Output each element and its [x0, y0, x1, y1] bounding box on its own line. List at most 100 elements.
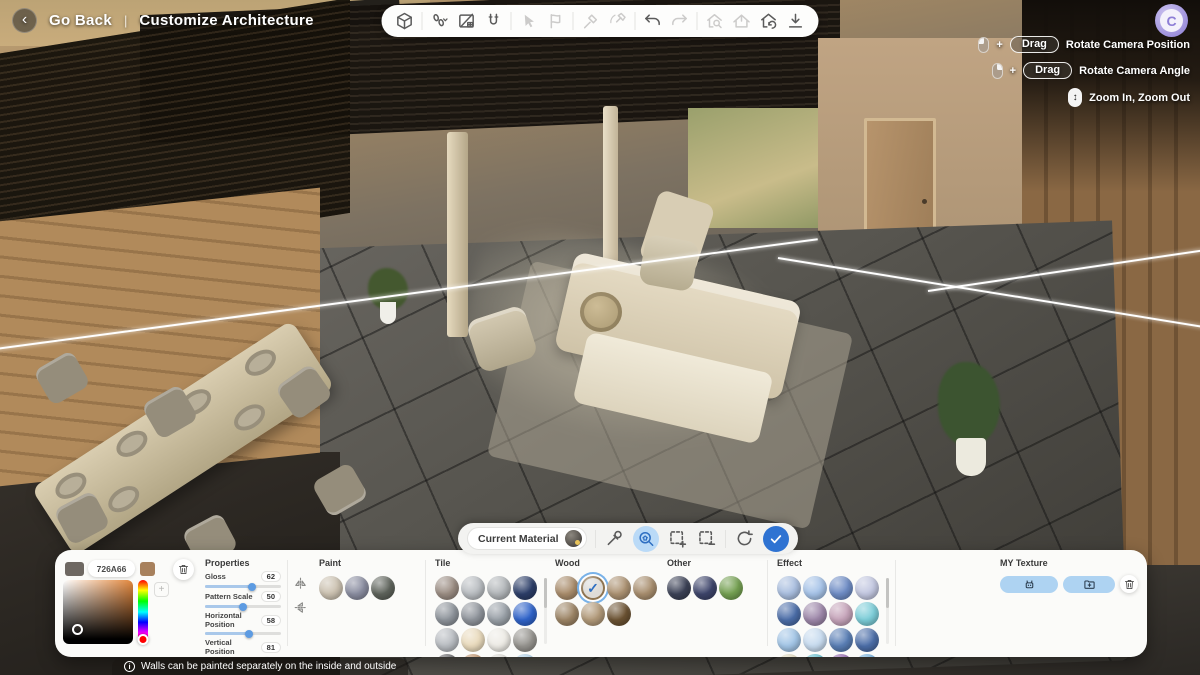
- material-swatch[interactable]: [461, 628, 485, 652]
- texture-swap-icon[interactable]: [457, 11, 477, 31]
- material-swatch[interactable]: [667, 576, 691, 600]
- material-swatch[interactable]: [513, 576, 537, 600]
- house-search-icon[interactable]: [705, 11, 725, 31]
- material-swatch[interactable]: [693, 576, 717, 600]
- roof-frame-icon[interactable]: [732, 11, 752, 31]
- material-swatch[interactable]: [513, 628, 537, 652]
- material-swatch[interactable]: ✓: [581, 576, 605, 600]
- flip-vertical-icon[interactable]: [293, 600, 308, 615]
- flag-icon[interactable]: [546, 11, 566, 31]
- import-texture-button[interactable]: [1063, 575, 1115, 593]
- main-toolbar: [381, 5, 819, 37]
- slider-track[interactable]: [205, 582, 281, 591]
- material-swatch[interactable]: [371, 576, 395, 600]
- app-logo[interactable]: C: [1155, 4, 1188, 37]
- material-swatch[interactable]: [777, 602, 801, 626]
- go-back-label[interactable]: Go Back: [49, 12, 112, 29]
- hue-selector[interactable]: [137, 634, 149, 645]
- material-swatch[interactable]: [513, 602, 537, 626]
- section-effect: Effect: [777, 558, 879, 657]
- material-swatch[interactable]: [803, 576, 827, 600]
- material-swatch[interactable]: [487, 654, 511, 657]
- hex-color-input[interactable]: [88, 560, 135, 577]
- hammer-swing-icon[interactable]: [608, 11, 628, 31]
- slider-value: 50: [260, 591, 281, 602]
- hammer-icon[interactable]: [581, 11, 601, 31]
- cursor-icon[interactable]: [519, 11, 539, 31]
- material-swatch[interactable]: [803, 602, 827, 626]
- slider-thumb[interactable]: [245, 629, 254, 638]
- current-material-label: Current Material: [478, 532, 559, 545]
- slider-thumb[interactable]: [239, 602, 247, 611]
- material-swatch[interactable]: [777, 654, 801, 657]
- slider-track[interactable]: [205, 602, 281, 611]
- material-swatch[interactable]: [829, 576, 853, 600]
- material-swatch[interactable]: [435, 602, 459, 626]
- magnet-icon[interactable]: [484, 11, 504, 31]
- select-subtract-icon[interactable]: [696, 528, 717, 549]
- current-material-dropdown[interactable]: Current Material: [467, 527, 587, 550]
- material-swatch[interactable]: [855, 654, 879, 657]
- material-swatch[interactable]: [803, 654, 827, 657]
- material-swatch[interactable]: [487, 576, 511, 600]
- material-swatch[interactable]: [319, 576, 343, 600]
- material-swatch[interactable]: [435, 576, 459, 600]
- scene-pillar: [603, 106, 618, 274]
- material-swatch[interactable]: [855, 628, 879, 652]
- color-gradient-picker[interactable]: [63, 580, 133, 644]
- hue-slider[interactable]: [137, 580, 149, 645]
- material-swatch[interactable]: [829, 654, 853, 657]
- secondary-color-swatch[interactable]: [140, 562, 155, 576]
- add-color-button[interactable]: +: [154, 582, 169, 597]
- house-sync-icon[interactable]: [759, 11, 779, 31]
- confirm-check-icon[interactable]: [762, 525, 789, 552]
- download-icon[interactable]: [786, 11, 806, 31]
- material-swatch[interactable]: [461, 602, 485, 626]
- reset-icon[interactable]: [734, 528, 755, 549]
- material-swatch[interactable]: [581, 602, 605, 626]
- gradient-selector[interactable]: [72, 623, 84, 635]
- home-3d-icon[interactable]: [395, 11, 415, 31]
- material-swatch[interactable]: [461, 654, 485, 657]
- material-swatch[interactable]: [607, 602, 631, 626]
- material-swatch[interactable]: [855, 602, 879, 626]
- flip-tools: [293, 576, 308, 615]
- material-swatch[interactable]: [487, 628, 511, 652]
- separator: [425, 560, 426, 646]
- select-add-icon[interactable]: [667, 528, 688, 549]
- material-swatch[interactable]: [487, 602, 511, 626]
- undo-icon[interactable]: [643, 11, 663, 31]
- material-swatch[interactable]: [513, 654, 537, 657]
- flip-horizontal-icon[interactable]: [293, 576, 308, 591]
- ai-texture-button[interactable]: [1000, 575, 1058, 593]
- picker-brush-icon[interactable]: [604, 528, 625, 549]
- material-swatch[interactable]: [461, 576, 485, 600]
- magnify-area-icon[interactable]: [632, 525, 659, 552]
- tile-scrollbar[interactable]: [544, 578, 547, 644]
- material-swatch[interactable]: [803, 628, 827, 652]
- material-swatch[interactable]: [777, 628, 801, 652]
- back-button[interactable]: ‹: [12, 8, 37, 33]
- effect-scrollbar[interactable]: [886, 578, 889, 644]
- slider-thumb[interactable]: [248, 582, 257, 591]
- material-swatch[interactable]: [435, 628, 459, 652]
- delete-texture-button[interactable]: [1120, 575, 1138, 593]
- slider-label: Pattern Scale: [205, 592, 253, 601]
- material-swatch[interactable]: [435, 654, 459, 657]
- redo-icon[interactable]: [670, 11, 690, 31]
- material-swatch[interactable]: [555, 602, 579, 626]
- material-swatch[interactable]: [777, 576, 801, 600]
- slider-track[interactable]: [205, 629, 281, 638]
- material-swatch[interactable]: [633, 576, 657, 600]
- delete-color-button[interactable]: [173, 559, 194, 580]
- slider-thumb[interactable]: [262, 656, 271, 657]
- material-swatch[interactable]: [719, 576, 743, 600]
- material-swatch[interactable]: [855, 576, 879, 600]
- material-swatch[interactable]: [555, 576, 579, 600]
- primary-color-swatch[interactable]: [65, 562, 84, 576]
- material-swatch[interactable]: [829, 628, 853, 652]
- footprints-icon[interactable]: [430, 11, 450, 31]
- material-swatch[interactable]: [345, 576, 369, 600]
- material-swatch[interactable]: [829, 602, 853, 626]
- material-swatch[interactable]: [607, 576, 631, 600]
